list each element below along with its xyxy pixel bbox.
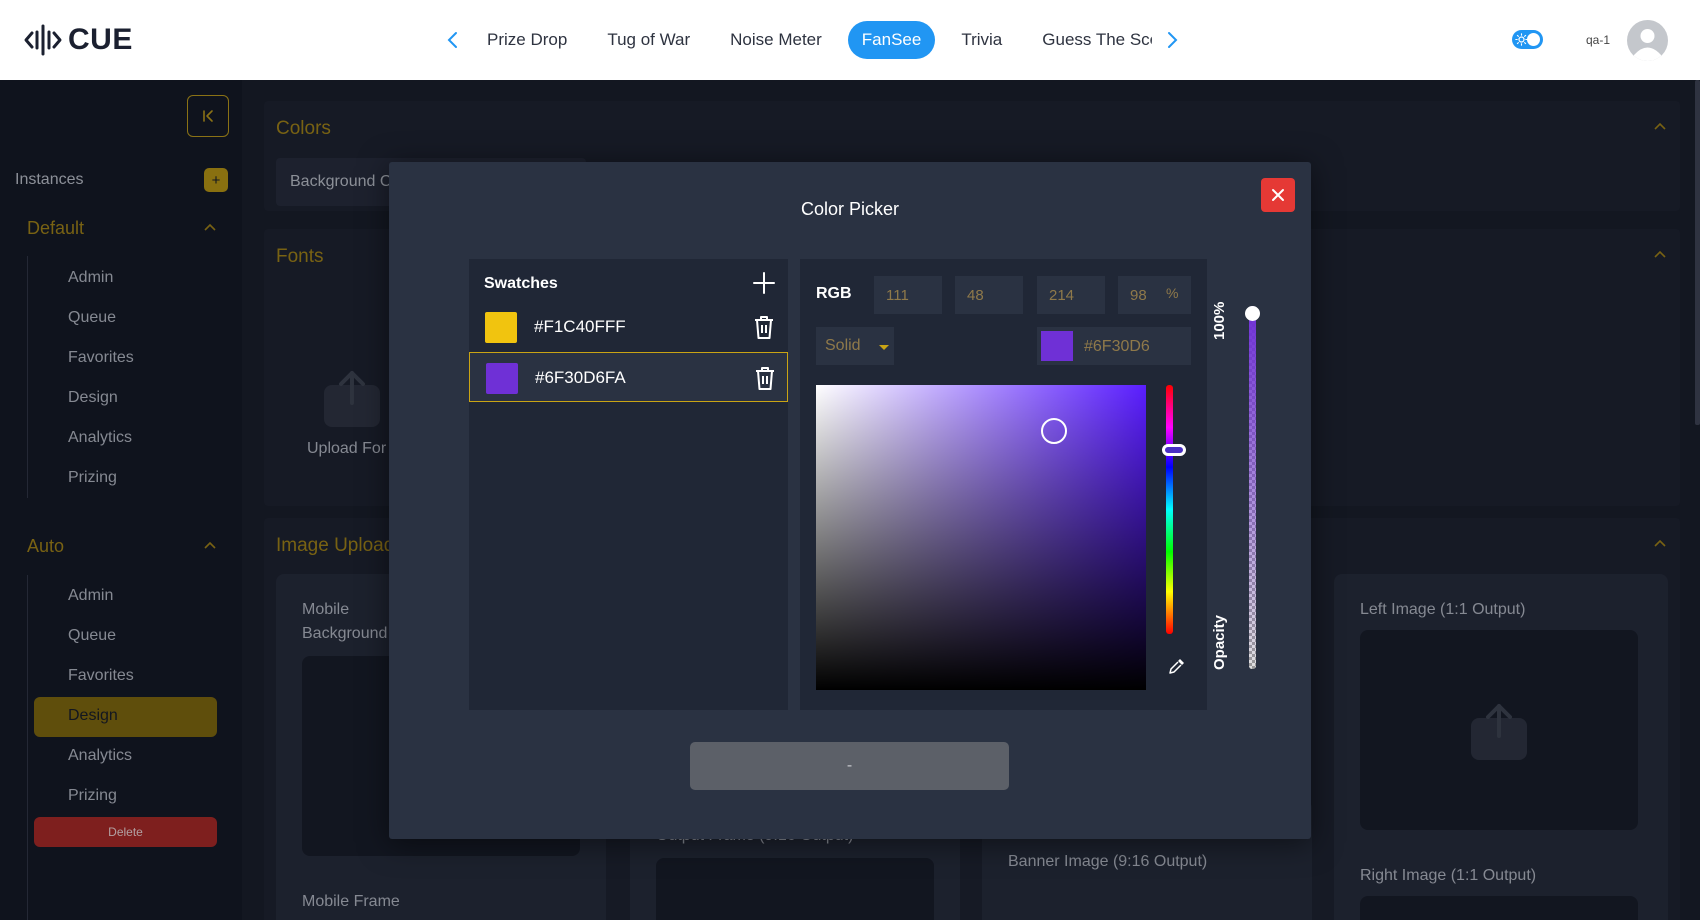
cue-logo[interactable]: CUE <box>24 20 133 60</box>
waveform-logo-icon <box>24 24 62 56</box>
percent-sign: % <box>1166 285 1179 301</box>
game-tabs: Prize Drop Tug of War Noise Meter FanSee… <box>437 20 1188 60</box>
hue-handle[interactable] <box>1162 443 1186 456</box>
saturation-cursor[interactable] <box>1040 417 1067 444</box>
chevron-left-icon[interactable] <box>437 20 467 60</box>
hue-slider[interactable] <box>1166 385 1173 634</box>
saturation-value-area[interactable] <box>816 385 1146 690</box>
top-header: CUE Prize Drop Tug of War Noise Meter Fa… <box>0 0 1700 80</box>
apply-color-button[interactable]: - <box>690 742 1009 790</box>
tab-noise-meter[interactable]: Noise Meter <box>716 21 836 59</box>
tab-guess-the-score[interactable]: Guess The Sco <box>1028 21 1152 59</box>
hex-input[interactable]: #6F30D6 <box>1037 327 1191 365</box>
hex-value: #6F30D6 <box>1084 338 1150 355</box>
color-picker-modal: Color Picker Swatches #F1C40FFF #6F30D6F… <box>389 162 1311 839</box>
swatch-row[interactable]: #F1C40FFF <box>469 302 788 352</box>
swatch-color-box <box>486 363 518 394</box>
chevron-right-icon[interactable] <box>1158 20 1188 60</box>
picker-panel: RGB % Solid #6F30D6 <box>800 259 1207 710</box>
plus-icon[interactable] <box>752 271 776 295</box>
red-input[interactable] <box>874 276 942 314</box>
swatch-row-selected[interactable]: #6F30D6FA <box>469 352 788 402</box>
modal-title: Color Picker <box>800 199 900 219</box>
tab-tug-of-war[interactable]: Tug of War <box>593 21 704 59</box>
blue-input[interactable] <box>1037 276 1105 314</box>
rgb-label: RGB <box>816 285 852 302</box>
trash-icon[interactable] <box>752 314 776 340</box>
swatches-panel: Swatches #F1C40FFF #6F30D6FA <box>469 259 788 710</box>
opacity-label: Opacity <box>1211 614 1228 670</box>
tab-prize-drop[interactable]: Prize Drop <box>473 21 581 59</box>
user-avatar-icon[interactable] <box>1627 20 1668 61</box>
eyedropper-icon[interactable] <box>1167 656 1187 676</box>
swatch-color-box <box>485 312 517 343</box>
tab-fansee[interactable]: FanSee <box>847 21 936 59</box>
logo-text: CUE <box>68 23 133 56</box>
opacity-value-label: 100% <box>1211 301 1228 340</box>
close-icon <box>1272 189 1284 201</box>
swatch-hex: #F1C40FFF <box>534 317 626 336</box>
trash-icon[interactable] <box>753 365 777 391</box>
swatch-hex: #6F30D6FA <box>535 368 626 387</box>
opacity-slider[interactable] <box>1249 306 1256 669</box>
caret-down-icon <box>879 345 889 350</box>
close-button[interactable] <box>1261 178 1295 212</box>
toggle-knob <box>1527 33 1540 46</box>
color-preview <box>1041 331 1073 361</box>
swatches-label: Swatches <box>484 275 558 292</box>
alpha-input[interactable] <box>1118 276 1191 314</box>
tab-trivia[interactable]: Trivia <box>947 21 1016 59</box>
green-input[interactable] <box>955 276 1023 314</box>
theme-toggle[interactable] <box>1512 30 1543 49</box>
user-name: qa-1 <box>1586 33 1611 47</box>
